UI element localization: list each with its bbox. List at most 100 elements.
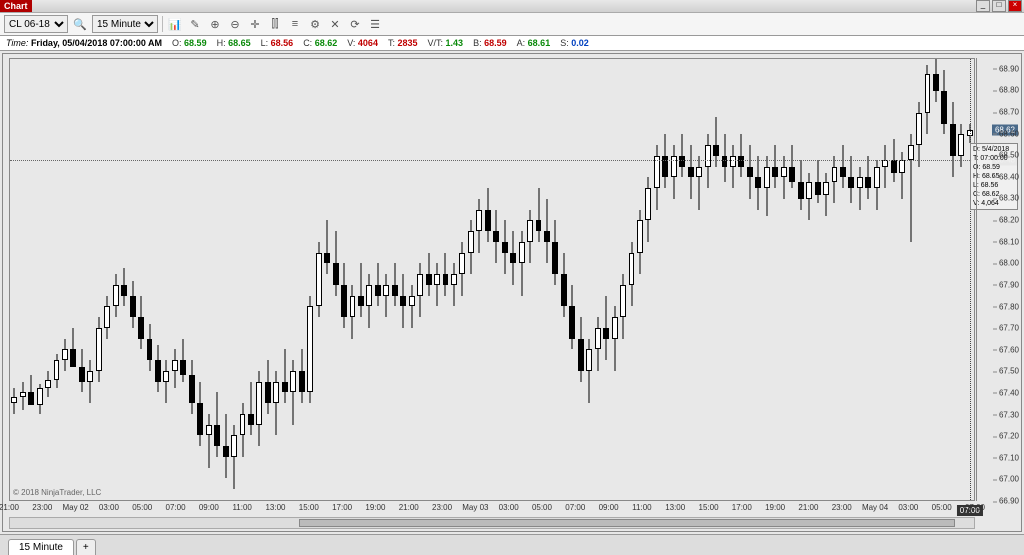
interval-select[interactable]: 15 Minute <box>92 15 158 33</box>
trades-value: 2835 <box>397 38 417 48</box>
candle <box>54 59 60 500</box>
strategies-icon[interactable]: ⚙ <box>307 16 323 32</box>
copyright-label: © 2018 NinjaTrader, LLC <box>13 488 101 497</box>
y-tick: 68.90 <box>999 64 1019 73</box>
instrument-select[interactable]: CL 06-18 <box>4 15 68 33</box>
candle <box>316 59 322 500</box>
candle <box>679 59 685 500</box>
y-tick: 68.50 <box>999 151 1019 160</box>
candle <box>603 59 609 500</box>
candle <box>899 59 905 500</box>
candle <box>476 59 482 500</box>
candle <box>375 59 381 500</box>
candle <box>645 59 651 500</box>
candle <box>104 59 110 500</box>
zoom-out-icon[interactable]: ⊖ <box>227 16 243 32</box>
add-tab-button[interactable]: + <box>76 539 96 555</box>
candle <box>96 59 102 500</box>
y-tick: 67.30 <box>999 410 1019 419</box>
candle <box>333 59 339 500</box>
candle <box>832 59 838 500</box>
y-tick: 67.60 <box>999 345 1019 354</box>
refresh-icon[interactable]: ⟳ <box>347 16 363 32</box>
properties-icon[interactable]: ☰ <box>367 16 383 32</box>
y-tick: 67.10 <box>999 453 1019 462</box>
y-axis[interactable]: 66.9067.0067.1067.2067.3067.4067.5067.60… <box>976 58 1021 501</box>
candle <box>400 59 406 500</box>
plot-region[interactable]: 68.4868.6207:00D: 5/4/2018T: 07:00:00O: … <box>9 58 975 501</box>
y-tick: 66.90 <box>999 497 1019 506</box>
x-tick: May 02 <box>62 503 88 512</box>
candle <box>519 59 525 500</box>
candle <box>806 59 812 500</box>
x-tick: 07:00 <box>166 503 186 512</box>
y-tick: 68.30 <box>999 194 1019 203</box>
candle <box>443 59 449 500</box>
x-tick: 05:00 <box>132 503 152 512</box>
minimize-button[interactable]: _ <box>976 0 990 12</box>
candle <box>147 59 153 500</box>
maximize-button[interactable]: □ <box>992 0 1006 12</box>
toolbar: CL 06-18 🔍 15 Minute 📊 ✎ ⊕ ⊖ ✛ ⫿⫿ ≡ ⚙ ✕ … <box>0 13 1024 36</box>
candle <box>705 59 711 500</box>
titlebar: Chart _ □ × <box>0 0 1024 13</box>
candle <box>755 59 761 500</box>
search-icon[interactable]: 🔍 <box>72 16 88 32</box>
drawing-tools-icon[interactable]: ✎ <box>187 16 203 32</box>
y-tick: 68.60 <box>999 129 1019 138</box>
horizontal-scrollbar[interactable] <box>9 517 975 529</box>
data-series-icon[interactable]: ⫿⫿ <box>267 16 283 32</box>
close-button[interactable]: × <box>1008 0 1022 12</box>
candle <box>908 59 914 500</box>
y-tick: 68.40 <box>999 172 1019 181</box>
indicators-icon[interactable]: ≡ <box>287 16 303 32</box>
candle <box>713 59 719 500</box>
candle <box>163 59 169 500</box>
zoom-in-icon[interactable]: ⊕ <box>207 16 223 32</box>
ask-value: 68.61 <box>528 38 551 48</box>
candle <box>417 59 423 500</box>
x-tick: 11:00 <box>232 503 251 512</box>
candle <box>392 59 398 500</box>
candle <box>857 59 863 500</box>
candle <box>240 59 246 500</box>
x-axis[interactable]: 21:0023:00May 0203:0005:0007:0009:0011:0… <box>9 503 975 517</box>
candle <box>426 59 432 500</box>
x-tick: 21:00 <box>0 503 19 512</box>
candle <box>688 59 694 500</box>
x-tick: 17:00 <box>732 503 752 512</box>
chart-window: Chart _ □ × CL 06-18 🔍 15 Minute 📊 ✎ ⊕ ⊖… <box>0 0 1024 555</box>
candle <box>172 59 178 500</box>
candle <box>620 59 626 500</box>
volume-value: 4064 <box>358 38 378 48</box>
crosshair-icon[interactable]: ✛ <box>247 16 263 32</box>
candle <box>493 59 499 500</box>
chart-style-icon[interactable]: 📊 <box>167 16 183 32</box>
candle <box>552 59 558 500</box>
candle <box>874 59 880 500</box>
x-tick: 13:00 <box>665 503 685 512</box>
candle <box>891 59 897 500</box>
time-value: Friday, 05/04/2018 07:00:00 AM <box>31 38 162 48</box>
y-tick: 68.80 <box>999 86 1019 95</box>
candle <box>197 59 203 500</box>
candle <box>214 59 220 500</box>
candle <box>536 59 542 500</box>
candle <box>730 59 736 500</box>
low-value: 68.56 <box>271 38 294 48</box>
candle <box>20 59 26 500</box>
y-tick: 68.70 <box>999 108 1019 117</box>
candle <box>223 59 229 500</box>
y-tick: 67.40 <box>999 388 1019 397</box>
candle <box>544 59 550 500</box>
x-tick: 19:00 <box>765 503 785 512</box>
chart-trader-icon[interactable]: ✕ <box>327 16 343 32</box>
candle <box>366 59 372 500</box>
interval-tab[interactable]: 15 Minute <box>8 539 74 555</box>
candle <box>155 59 161 500</box>
candle <box>848 59 854 500</box>
candle <box>671 59 677 500</box>
candle <box>248 59 254 500</box>
chart-area[interactable]: 68.4868.6207:00D: 5/4/2018T: 07:00:00O: … <box>2 53 1022 532</box>
candle <box>113 59 119 500</box>
